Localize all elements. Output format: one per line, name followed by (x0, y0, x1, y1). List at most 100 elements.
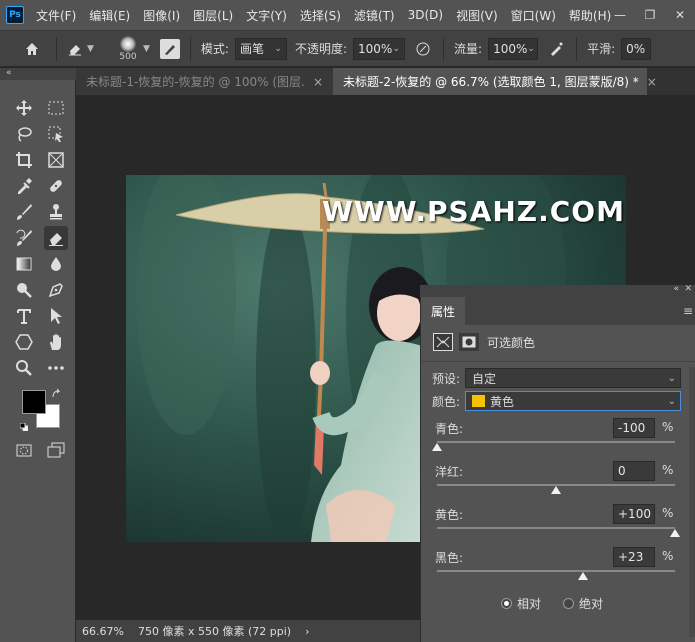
clone-stamp-tool[interactable] (44, 200, 68, 224)
divider (421, 361, 695, 362)
lasso-tool[interactable] (12, 122, 36, 146)
panel-scrollbar[interactable] (689, 367, 695, 637)
healing-brush-tool[interactable] (44, 174, 68, 198)
absolute-radio[interactable] (563, 598, 575, 609)
brush-settings-button[interactable] (159, 38, 180, 59)
quick-mask-icon (16, 444, 32, 457)
relative-label[interactable]: 相对 (517, 595, 541, 612)
panel-close-button[interactable]: ✕ (684, 284, 692, 294)
eraser-tool-preset-picker[interactable]: ▼ (67, 41, 105, 57)
color-select[interactable]: 黄色 ⌄ (465, 391, 681, 411)
panel-menu-icon[interactable]: ≡ (683, 304, 693, 318)
marquee-tool[interactable] (44, 96, 68, 120)
slider-track[interactable] (437, 570, 675, 572)
relative-radio[interactable] (501, 598, 512, 609)
color-swatch (472, 395, 485, 407)
mode-select[interactable]: 画笔 ⌄ (234, 37, 287, 60)
minimize-button[interactable]: — (605, 0, 635, 30)
history-brush-tool[interactable] (12, 226, 36, 250)
pressure-icon (416, 42, 430, 55)
flow-input[interactable]: 100% ⌄ (488, 37, 539, 60)
photoshop-logo-icon: Ps (6, 6, 24, 24)
opacity-input[interactable]: 100% ⌄ (353, 37, 406, 60)
more-dots-icon (48, 366, 64, 370)
menu-window[interactable]: 窗口(W) (511, 7, 556, 24)
dodge-tool[interactable] (12, 278, 36, 302)
tab-document-1[interactable]: 未标题-1-恢复的-恢复的 @ 100% (图层... × (76, 68, 333, 95)
type-tool[interactable] (12, 304, 36, 328)
separator (576, 36, 578, 61)
pressure-opacity-button[interactable] (413, 39, 433, 59)
eyedropper-tool[interactable] (12, 174, 36, 198)
home-button[interactable] (18, 35, 46, 63)
zoom-level[interactable]: 66.67% (76, 625, 134, 638)
layer-mask-icon[interactable] (459, 333, 479, 351)
panel-tab-row: 属性 ≡ (421, 297, 695, 325)
blur-tool[interactable] (44, 252, 68, 276)
menu-image[interactable]: 图像(I) (143, 7, 180, 24)
menu-layer[interactable]: 图层(L) (193, 7, 233, 24)
slider-thumb[interactable] (551, 486, 561, 494)
properties-panel: 属性 ≡ 可选颜色 预设: 自定 ⌄ 颜色: 黄色 ⌄ 青色: -100% 洋红: 0… (420, 297, 695, 642)
panel-collapse-button[interactable]: « (673, 284, 679, 294)
gradient-tool[interactable] (12, 252, 36, 276)
zoom-tool[interactable] (12, 356, 36, 380)
slider-track[interactable] (437, 441, 675, 443)
slider-thumb[interactable] (432, 443, 442, 451)
slider-value-input[interactable]: 0 (613, 461, 655, 481)
menu-file[interactable]: 文件(F) (36, 7, 76, 24)
eraser-tool[interactable] (44, 226, 68, 250)
slider-label: 洋红: (435, 465, 464, 479)
slider-value-input[interactable]: +23 (613, 547, 655, 567)
slider-value-input[interactable]: -100 (613, 418, 655, 438)
object-selection-tool[interactable] (44, 122, 68, 146)
dodge-icon (17, 283, 32, 298)
tab-document-2[interactable]: 未标题-2-恢复的 @ 66.7% (选取颜色 1, 图层蒙版/8) * × (333, 68, 657, 95)
chevron-down-icon: ⌄ (527, 43, 535, 54)
hand-tool[interactable] (44, 330, 68, 354)
crop-tool[interactable] (12, 148, 36, 172)
brush-tool[interactable] (12, 200, 36, 224)
pen-icon (48, 283, 63, 298)
brush-icon (17, 204, 32, 220)
default-colors-icon[interactable] (19, 420, 29, 432)
slider-value-input[interactable]: +100 (613, 504, 655, 524)
status-menu-arrow[interactable]: › (305, 625, 309, 638)
image-watermark: WWW.PSAHZ.COM (322, 195, 625, 228)
path-selection-tool[interactable] (44, 304, 68, 328)
slider-thumb[interactable] (578, 572, 589, 580)
shape-tool[interactable] (12, 330, 36, 354)
slider-thumb[interactable] (670, 529, 680, 537)
menu-3d[interactable]: 3D(D) (408, 8, 443, 22)
magnifier-icon (16, 360, 32, 376)
document-tab-strip: 未标题-1-恢复的-恢复的 @ 100% (图层... × 未标题-2-恢复的 … (76, 68, 695, 95)
menu-view[interactable]: 视图(V) (456, 7, 498, 24)
close-window-button[interactable]: ✕ (665, 0, 695, 30)
screen-mode-icon (47, 442, 65, 458)
edit-toolbar-button[interactable] (44, 356, 68, 380)
color-value: 黄色 (490, 394, 515, 409)
close-icon[interactable]: × (313, 75, 323, 89)
pen-tool[interactable] (44, 278, 68, 302)
toolbar-collapse-button[interactable]: « (0, 68, 76, 80)
menu-edit[interactable]: 编辑(E) (89, 7, 130, 24)
close-icon[interactable]: × (647, 75, 657, 89)
brush-preset-picker[interactable]: 500 (115, 35, 141, 62)
preset-select[interactable]: 自定 ⌄ (465, 368, 681, 388)
tab-properties[interactable]: 属性 (421, 297, 466, 325)
menu-type[interactable]: 文字(Y) (246, 7, 287, 24)
slider-track[interactable] (437, 527, 675, 529)
menu-select[interactable]: 选择(S) (300, 7, 341, 24)
airbrush-button[interactable] (546, 39, 566, 59)
frame-tool[interactable] (44, 148, 68, 172)
screen-mode-button[interactable] (44, 438, 68, 462)
quick-mask-button[interactable] (12, 438, 36, 462)
airbrush-icon (551, 42, 563, 56)
foreground-color-swatch[interactable] (22, 390, 46, 414)
swap-colors-icon[interactable] (52, 388, 62, 398)
move-tool[interactable] (12, 96, 36, 120)
smoothing-input[interactable]: 0% (621, 37, 652, 60)
absolute-label[interactable]: 绝对 (579, 595, 603, 612)
menu-filter[interactable]: 滤镜(T) (354, 7, 395, 24)
restore-button[interactable]: ❐ (635, 0, 665, 30)
